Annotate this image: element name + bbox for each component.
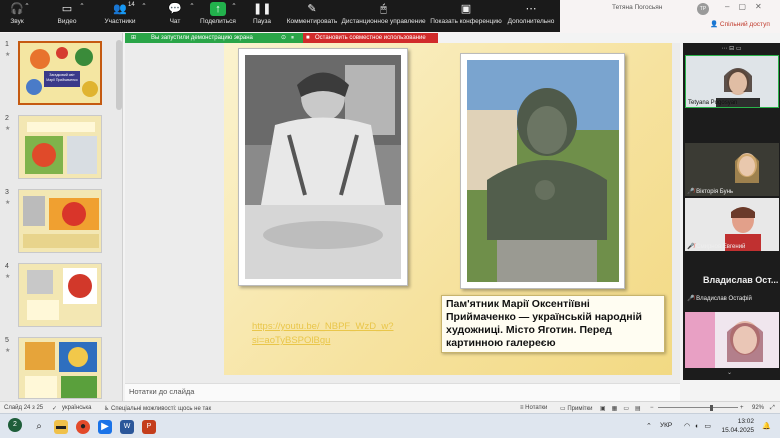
muted-mic-icon: 🎤̸ [687, 244, 695, 250]
notes-toggle-button[interactable]: ≡ Нотатки [520, 405, 547, 411]
participant-name-large: Владислав Ост... [703, 275, 779, 285]
more-dots-icon: ⋯ [525, 3, 537, 15]
remote-control-button[interactable]: 🖱 Дистанционное управление [336, 2, 431, 25]
participant-video-image [685, 312, 779, 368]
slide-number: 1 [5, 41, 9, 48]
language-tray[interactable]: УКР [660, 422, 672, 429]
folk-art-thumbnail-icon [25, 122, 97, 174]
star-icon: ★ [5, 126, 11, 132]
sound-options-chevron-icon[interactable]: ⌃ [23, 2, 31, 10]
zoom-slider-thumb[interactable] [710, 405, 713, 411]
windows-taskbar: 2 ⌕ ▬ ● ▶ W P ⌃ УКР ◠◐▭ 13:02 15.04.2025… [0, 413, 780, 438]
window-controls[interactable]: –▢✕ [725, 2, 771, 11]
clock-time[interactable]: 13:02 [720, 418, 754, 425]
stop-icon: ■ [306, 35, 310, 41]
zoom-slider[interactable] [658, 407, 738, 408]
view-buttons[interactable]: ▣▦▭▤ [600, 405, 647, 412]
slide-caption: Пам'ятник Марії Оксентіївні Приймаченко … [441, 295, 665, 353]
word-icon[interactable]: W [120, 420, 134, 434]
participant-name: Tetyana Pogosyan [688, 100, 738, 106]
file-explorer-icon[interactable]: ▬ [54, 420, 68, 434]
zoom-app-icon[interactable]: ▶ [98, 420, 112, 434]
monitor-icon: ▣ [460, 3, 472, 15]
comments-toggle-button[interactable]: ▭ Примітки [560, 405, 593, 412]
slide-thumbnail-2[interactable] [18, 115, 102, 179]
clock-date[interactable]: 15.04.2025 [714, 427, 754, 434]
star-icon: ★ [5, 274, 11, 280]
search-icon[interactable]: ⌕ [32, 420, 46, 434]
pause-share-icon[interactable]: ⏸ [291, 33, 294, 43]
muted-mic-icon: 🎤̸ [687, 296, 695, 302]
slide-number: 5 [5, 337, 9, 344]
thumbnail-title: Загадковий світ Марії Приймаченко [46, 73, 78, 82]
participant-tile[interactable]: 🎤̸ Вікторія Бунь [685, 143, 779, 196]
scroll-down-chevron-icon[interactable]: ⌄ [727, 369, 732, 376]
participants-icon: 👥 [113, 3, 127, 15]
accessibility-status[interactable]: ♿ Спеціальні можливості: щось не так [104, 405, 211, 412]
monument-photo-image [467, 60, 619, 282]
chrome-icon[interactable]: ● [76, 420, 90, 434]
share-arrow-icon: ↑ [210, 2, 226, 16]
camera-icon: ▭ [61, 3, 73, 15]
tray-icons[interactable]: ◠◐▭ [684, 422, 716, 430]
photo-frame-monument [460, 53, 625, 289]
slide-number: 4 [5, 263, 9, 270]
zoom-out-button[interactable]: − [650, 405, 654, 411]
weather-widget[interactable]: 2 [8, 418, 22, 432]
screen-share-banner: Вы запустили демонстрацию экрана ⊞ ⊙ ⏸ [125, 33, 303, 43]
zoom-in-button[interactable]: + [740, 405, 744, 411]
powerpoint-icon[interactable]: P [142, 420, 156, 434]
notifications-icon[interactable]: 🔔 [762, 422, 771, 430]
stop-sharing-button[interactable]: ■ Остановить совместное использование [303, 33, 438, 43]
zoom-level[interactable]: 92% [752, 405, 764, 411]
share-access-button[interactable]: 👤 Спільний доступ [710, 20, 770, 28]
share-screen-icon: ⊞ [131, 35, 137, 41]
slide-thumbnails-panel: 1 ★ Загадковий світ Марії Приймаченко 2 … [0, 33, 123, 401]
artist-photo-image [245, 55, 401, 279]
notes-field[interactable]: Нотатки до слайда [125, 383, 680, 401]
slide-thumbnail-5[interactable] [18, 337, 102, 399]
language-indicator[interactable]: українська [62, 405, 92, 411]
video-link[interactable]: https://youtu.be/_NBPF_WzD_w?si=aoTyBSPO… [252, 320, 430, 348]
star-icon: ★ [5, 348, 11, 354]
star-icon: ★ [5, 52, 11, 58]
spellcheck-icon[interactable]: ✓ [52, 405, 57, 412]
panel-header-controls[interactable]: ⋯ ⊟ ▭ [683, 45, 780, 53]
slide-panel-scrollbar[interactable] [116, 40, 122, 110]
office-user-name: Тетяна Погосьян [612, 4, 663, 11]
participant-tile[interactable]: 🎤̸ Смирнов Евгений [685, 198, 779, 251]
participants-video-panel: ⋯ ⊟ ▭ Tetyana Pogosyan 🎤̸ Вікторія Бунь … [683, 43, 780, 380]
pause-icon: ❚❚ [253, 3, 272, 15]
slide-number: 2 [5, 115, 9, 122]
folk-art-thumbnail-icon [25, 342, 97, 398]
participant-tile[interactable] [685, 312, 779, 368]
photo-frame-artist [238, 48, 408, 286]
security-icon: ⊙ [281, 35, 287, 41]
participants-count: 14 [128, 2, 135, 8]
folk-art-thumbnail-icon [27, 268, 97, 320]
chat-icon: 💬 [168, 3, 182, 15]
star-icon: ★ [5, 200, 11, 206]
participant-tile[interactable]: Tetyana Pogosyan [685, 55, 779, 108]
status-bar: Слайд 24 з 25 ✓ українська ♿ Спеціальні … [0, 401, 780, 413]
zoom-toolbar: 🎧 Звук ⌃ ▭ Видео ⌃ 👥 Участники 14 ⌃ 💬 Чат ⌃ … [0, 0, 560, 32]
slide-thumbnail-4[interactable] [18, 263, 102, 327]
mouse-icon: 🖱 [380, 3, 387, 15]
participant-name: 🎤̸ Смирнов Евгений [687, 244, 746, 250]
participant-tile[interactable]: Владислав Ост... 🎤̸ Владислав Остафій [685, 255, 779, 303]
participant-name: 🎤̸ Вікторія Бунь [687, 189, 734, 195]
muted-mic-icon: 🎤̸ [687, 189, 695, 195]
pen-icon: ✎ [307, 3, 317, 15]
avatar[interactable]: TP [697, 3, 709, 15]
slide-counter: Слайд 24 з 25 [4, 405, 44, 411]
slide-thumbnail-3[interactable] [18, 189, 102, 253]
folk-art-thumbnail-icon [23, 196, 99, 248]
participant-name: 🎤̸ Владислав Остафій [687, 296, 752, 302]
more-button[interactable]: ⋯ Дополнительно [496, 2, 566, 25]
slide-number: 3 [5, 189, 9, 196]
tray-chevron-icon[interactable]: ⌃ [646, 422, 652, 430]
fit-slide-icon[interactable]: ⤢ [770, 405, 775, 412]
slide-thumbnail-1[interactable]: Загадковий світ Марії Приймаченко [18, 41, 102, 105]
